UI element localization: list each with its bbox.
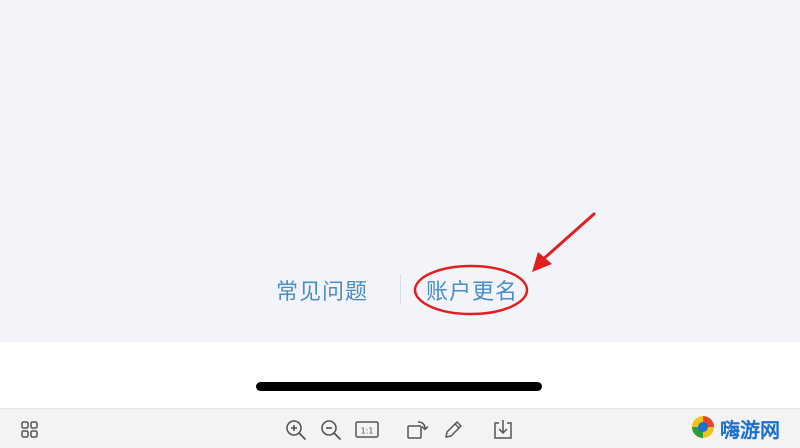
watermark: 嗨游网	[690, 410, 798, 444]
watermark-text: 嗨游网	[720, 418, 780, 442]
edit-icon[interactable]	[440, 417, 466, 443]
watermark-logo	[692, 416, 714, 438]
rotate-icon[interactable]	[404, 417, 430, 443]
viewer-toolbar: 1:1	[0, 408, 800, 448]
home-indicator[interactable]	[256, 382, 542, 391]
screenshot: 常见问题 账户更名 1:1 嗨游网	[0, 0, 800, 448]
zoom-in-icon[interactable]	[283, 417, 309, 443]
footer-link-row: 常见问题 账户更名	[0, 262, 800, 318]
account-rename-link[interactable]: 账户更名	[426, 274, 518, 306]
link-divider	[400, 274, 401, 304]
actual-size-icon[interactable]: 1:1	[353, 417, 381, 443]
download-icon[interactable]	[490, 417, 516, 443]
zoom-out-icon[interactable]	[318, 417, 344, 443]
grid-icon[interactable]	[17, 417, 43, 443]
actual-size-label: 1:1	[361, 427, 374, 436]
faq-link[interactable]: 常见问题	[276, 274, 368, 306]
